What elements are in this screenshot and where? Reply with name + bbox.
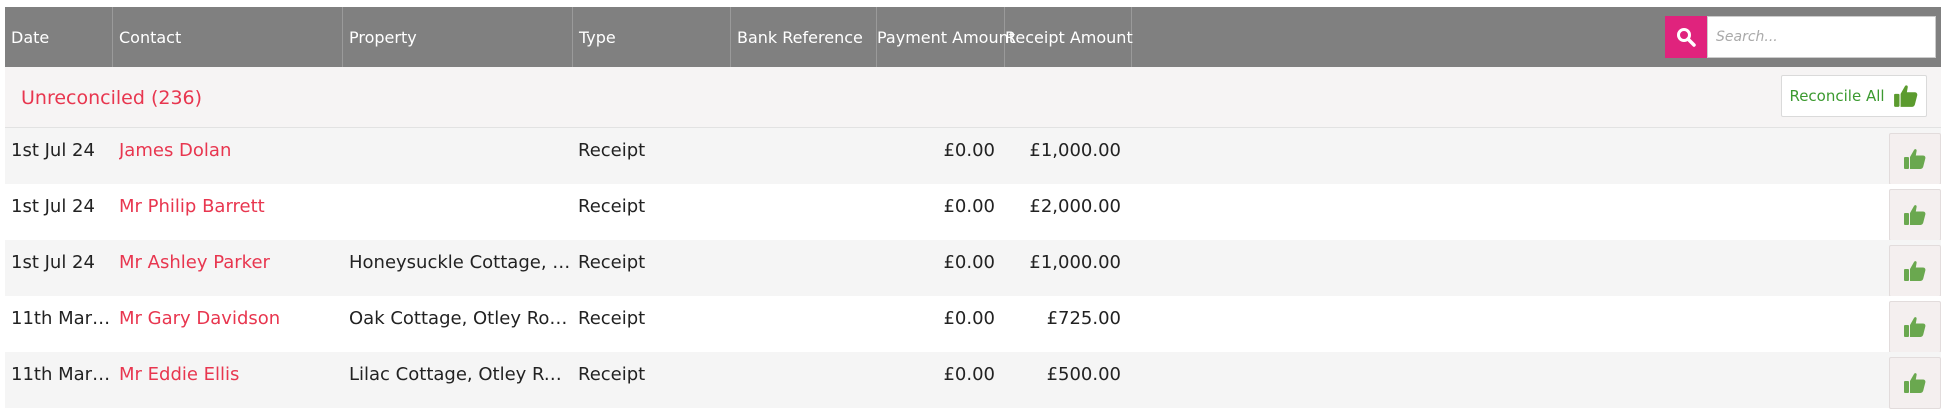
cell-date: 1st Jul 24: [11, 140, 95, 161]
table-row[interactable]: 11th Mar 25 Mr Gary Davidson Oak Cottage, …: [5, 296, 1941, 353]
cell-receipt-amount: £1,000.00: [1029, 140, 1121, 161]
reconcile-all-button[interactable]: Reconcile All: [1781, 75, 1927, 117]
reconcile-row-button[interactable]: [1889, 189, 1941, 241]
cell-bank-reference: [737, 184, 875, 240]
column-header-type[interactable]: Type: [573, 7, 731, 67]
column-header-bank-reference[interactable]: Bank Reference: [731, 7, 877, 67]
column-header-label: Payment Amount: [877, 28, 1016, 47]
cell-type: Receipt: [578, 140, 646, 161]
cell-receipt-amount: £1,000.00: [1029, 252, 1121, 273]
cell-contact[interactable]: Mr Ashley Parker: [119, 240, 341, 296]
table-row[interactable]: 1st Jul 24 Mr Ashley Parker Honeysuckle Co…: [5, 240, 1941, 297]
cell-receipt-amount: £725.00: [1046, 308, 1121, 329]
column-header-property[interactable]: Property: [343, 7, 573, 67]
thumbs-up-icon: [1904, 149, 1926, 169]
thumbs-up-icon: [1904, 373, 1926, 393]
cell-property: Lilac Cottage, Otley Road, Ha...: [349, 364, 571, 385]
unreconciled-count: (236): [150, 87, 203, 109]
cell-contact[interactable]: James Dolan: [119, 128, 341, 184]
table-header: Date Contact Property Type Bank Referenc…: [5, 7, 1941, 67]
unreconciled-label: Unreconciled (236): [21, 67, 202, 127]
search-button[interactable]: [1665, 16, 1707, 58]
cell-property: [349, 128, 571, 184]
column-header-label: Date: [11, 28, 50, 47]
cell-bank-reference: [737, 128, 875, 184]
column-header-label: Receipt Amount: [1005, 28, 1133, 47]
cell-type: Receipt: [578, 308, 646, 329]
cell-bank-reference: [737, 240, 875, 296]
cell-date: 11th Mar 25: [11, 364, 111, 385]
reconcile-row-button[interactable]: [1889, 245, 1941, 297]
reconcile-row-button[interactable]: [1889, 301, 1941, 353]
column-header-payment-amount[interactable]: Payment Amount: [877, 7, 1015, 67]
reconcile-row-button[interactable]: [1889, 133, 1941, 185]
thumbs-up-icon: [1904, 205, 1926, 225]
column-header-label: Bank Reference: [737, 28, 863, 47]
unreconciled-title: Unreconciled: [21, 87, 145, 109]
thumbs-up-icon: [1893, 85, 1917, 107]
search-icon: [1677, 28, 1696, 47]
table-row[interactable]: 11th Mar 25 Mr Eddie Ellis Lilac Cottage, …: [5, 352, 1941, 409]
cell-payment-amount: £0.00: [943, 140, 995, 161]
column-header-label: Type: [579, 28, 616, 47]
cell-receipt-amount: £2,000.00: [1029, 196, 1121, 217]
cell-bank-reference: [737, 296, 875, 352]
cell-contact[interactable]: Mr Eddie Ellis: [119, 352, 341, 408]
reconciliation-panel: Date Contact Property Type Bank Referenc…: [0, 0, 1949, 412]
cell-payment-amount: £0.00: [943, 196, 995, 217]
search-box: [1665, 16, 1936, 58]
cell-contact[interactable]: Mr Gary Davidson: [119, 296, 341, 352]
cell-payment-amount: £0.00: [943, 252, 995, 273]
cell-payment-amount: £0.00: [943, 364, 995, 385]
cell-bank-reference: [737, 352, 875, 408]
column-header-contact[interactable]: Contact: [113, 7, 343, 67]
cell-contact[interactable]: Mr Philip Barrett: [119, 184, 341, 240]
cell-type: Receipt: [578, 364, 646, 385]
cell-type: Receipt: [578, 252, 646, 273]
column-header-label: Property: [349, 28, 417, 47]
column-header-receipt-amount[interactable]: Receipt Amount: [1005, 7, 1133, 67]
thumbs-up-icon: [1904, 261, 1926, 281]
cell-payment-amount: £0.00: [943, 308, 995, 329]
table-row[interactable]: 1st Jul 24 Mr Philip Barrett Receipt £0.00 £…: [5, 184, 1941, 241]
cell-property: Oak Cottage, Otley Road, Har...: [349, 308, 571, 329]
reconcile-all-label: Reconcile All: [1789, 87, 1885, 105]
thumbs-up-icon: [1904, 317, 1926, 337]
cell-receipt-amount: £500.00: [1046, 364, 1121, 385]
unreconciled-section-header: Unreconciled (236) Reconcile All: [5, 67, 1941, 128]
cell-type: Receipt: [578, 196, 646, 217]
table-row[interactable]: 1st Jul 24 James Dolan Receipt £0.00 £1,000.…: [5, 128, 1941, 185]
cell-property: [349, 184, 571, 240]
cell-date: 1st Jul 24: [11, 252, 95, 273]
reconcile-row-button[interactable]: [1889, 357, 1941, 409]
cell-property: Honeysuckle Cottage, Otley R...: [349, 252, 571, 273]
search-input[interactable]: [1707, 16, 1936, 58]
column-header-label: Contact: [119, 28, 182, 47]
cell-date: 1st Jul 24: [11, 196, 95, 217]
cell-date: 11th Mar 25: [11, 308, 111, 329]
column-header-date[interactable]: Date: [5, 7, 113, 67]
